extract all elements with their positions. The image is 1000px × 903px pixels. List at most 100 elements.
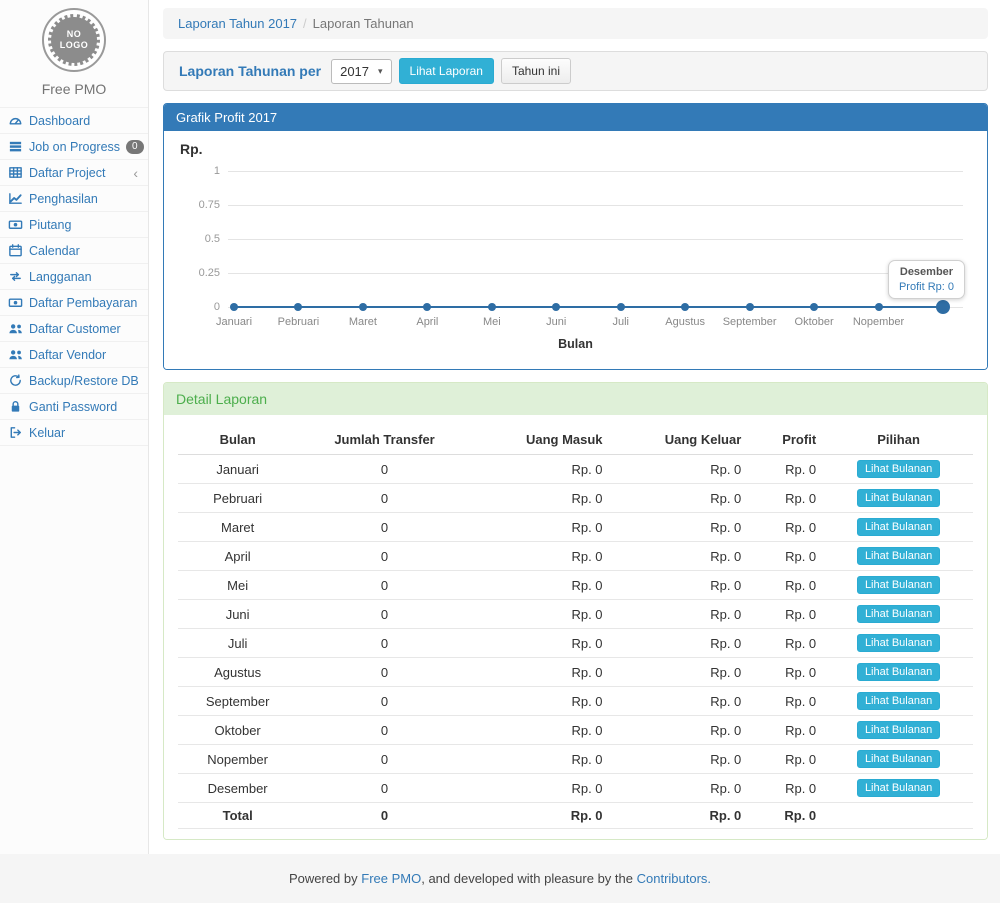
sidebar-item-backup-restore-db[interactable]: Backup/Restore DB: [0, 368, 148, 394]
lihat-bulanan-button[interactable]: Lihat Bulanan: [857, 663, 940, 681]
sign-out-icon: [8, 425, 23, 440]
lihat-bulanan-button[interactable]: Lihat Bulanan: [857, 692, 940, 710]
table-row: Januari0Rp. 0Rp. 0Rp. 0Lihat Bulanan: [178, 455, 973, 484]
cell-uang_masuk: Rp. 0: [472, 542, 611, 571]
data-point-pebruari[interactable]: [294, 303, 302, 311]
cell-profit: Rp. 0: [749, 513, 824, 542]
breadcrumb-link-laporan-tahun[interactable]: Laporan Tahun 2017: [178, 16, 297, 31]
year-select[interactable]: 2017 ▾: [331, 59, 391, 84]
cell-pilihan: Lihat Bulanan: [824, 484, 973, 513]
cell-pilihan: Lihat Bulanan: [824, 455, 973, 484]
y-tick-label: 1: [178, 165, 220, 177]
data-point-nopember[interactable]: [875, 303, 883, 311]
data-point-mei[interactable]: [488, 303, 496, 311]
lihat-bulanan-button[interactable]: Lihat Bulanan: [857, 779, 940, 797]
data-point-april[interactable]: [423, 303, 431, 311]
sidebar-item-daftar-pembayaran[interactable]: Daftar Pembayaran: [0, 290, 148, 316]
lihat-bulanan-button[interactable]: Lihat Bulanan: [857, 750, 940, 768]
cell-uang_keluar: Rp. 0: [611, 484, 750, 513]
lihat-bulanan-button[interactable]: Lihat Bulanan: [857, 576, 940, 594]
cell-uang_masuk: Rp. 0: [472, 629, 611, 658]
chevron-left-icon: ‹: [133, 166, 140, 180]
cell-profit: Rp. 0: [749, 716, 824, 745]
sidebar-item-daftar-customer[interactable]: Daftar Customer: [0, 316, 148, 342]
data-point-september[interactable]: [746, 303, 754, 311]
cell-profit: Rp. 0: [749, 629, 824, 658]
data-point-maret[interactable]: [359, 303, 367, 311]
sidebar-item-dashboard[interactable]: Dashboard: [0, 108, 148, 134]
cell-pilihan: Lihat Bulanan: [824, 774, 973, 803]
data-point-juni[interactable]: [552, 303, 560, 311]
money-icon: [8, 295, 23, 310]
cell-pilihan: Lihat Bulanan: [824, 716, 973, 745]
cell-bulan: Mei: [178, 571, 297, 600]
sidebar-item-label: Penghasilan: [29, 192, 140, 206]
sidebar-item-penghasilan[interactable]: Penghasilan: [0, 186, 148, 212]
column-header-uang-keluar: Uang Keluar: [611, 425, 750, 455]
footer-app-link[interactable]: Free PMO: [361, 871, 421, 886]
sidebar-item-daftar-vendor[interactable]: Daftar Vendor: [0, 342, 148, 368]
cell-uang_masuk: Rp. 0: [472, 513, 611, 542]
app-logo: NO LOGO: [42, 8, 106, 72]
tooltip-value: Profit Rp: 0: [899, 281, 954, 293]
cell-bulan: Pebruari: [178, 484, 297, 513]
table-row: Desember0Rp. 0Rp. 0Rp. 0Lihat Bulanan: [178, 774, 973, 803]
sidebar-item-piutang[interactable]: Piutang: [0, 212, 148, 238]
x-tick-label: Nopember: [853, 316, 904, 328]
lihat-bulanan-button[interactable]: Lihat Bulanan: [857, 605, 940, 623]
data-point-juli[interactable]: [617, 303, 625, 311]
profit-line-chart: Rp. Bulan Desember Profit Rp: 0 10.750.5…: [178, 141, 973, 359]
sidebar-menu: DashboardJob on Progress0Daftar Project‹…: [0, 107, 148, 446]
cell-jumlah_transfer: 0: [297, 600, 472, 629]
sidebar-item-ganti-password[interactable]: Ganti Password: [0, 394, 148, 420]
y-tick-label: 0.25: [178, 267, 220, 279]
sidebar-item-label: Ganti Password: [29, 400, 140, 414]
cell-jumlah_transfer: 0: [297, 542, 472, 571]
cell-uang_keluar: Rp. 0: [611, 571, 750, 600]
cell-bulan: September: [178, 687, 297, 716]
sidebar-item-langganan[interactable]: Langganan: [0, 264, 148, 290]
sidebar-item-keluar[interactable]: Keluar: [0, 420, 148, 446]
cell-pilihan: Lihat Bulanan: [824, 542, 973, 571]
cell-pilihan: Lihat Bulanan: [824, 658, 973, 687]
lihat-bulanan-button[interactable]: Lihat Bulanan: [857, 721, 940, 739]
data-point-desember[interactable]: [936, 300, 950, 314]
breadcrumb: Laporan Tahun 2017/Laporan Tahunan: [163, 8, 988, 39]
cell-uang_masuk: Rp. 0: [472, 455, 611, 484]
lihat-bulanan-button[interactable]: Lihat Bulanan: [857, 460, 940, 478]
lihat-bulanan-button[interactable]: Lihat Bulanan: [857, 547, 940, 565]
footer-contributors-link[interactable]: Contributors.: [637, 871, 711, 886]
cell-profit: Rp. 0: [749, 774, 824, 803]
cell-bulan: Juni: [178, 600, 297, 629]
sidebar-item-calendar[interactable]: Calendar: [0, 238, 148, 264]
x-tick-label: Juni: [546, 316, 566, 328]
data-point-oktober[interactable]: [810, 303, 818, 311]
sidebar-item-label: Piutang: [29, 218, 140, 232]
cell-uang_masuk: Rp. 0: [472, 774, 611, 803]
cell-uang_keluar: Rp. 0: [611, 745, 750, 774]
lihat-laporan-button[interactable]: Lihat Laporan: [399, 58, 494, 84]
data-point-januari[interactable]: [230, 303, 238, 311]
tooltip-title: Desember: [899, 266, 954, 278]
cell-pilihan: Lihat Bulanan: [824, 513, 973, 542]
sidebar-item-label: Langganan: [29, 270, 140, 284]
cell-jumlah_transfer: 0: [297, 774, 472, 803]
sidebar-item-label: Backup/Restore DB: [29, 374, 140, 388]
tasks-icon: [8, 139, 23, 154]
lihat-bulanan-button[interactable]: Lihat Bulanan: [857, 518, 940, 536]
tahun-ini-button[interactable]: Tahun ini: [501, 58, 571, 84]
cell-profit: Rp. 0: [749, 542, 824, 571]
lihat-bulanan-button[interactable]: Lihat Bulanan: [857, 489, 940, 507]
cell-jumlah_transfer: 0: [297, 716, 472, 745]
sidebar-item-job-on-progress[interactable]: Job on Progress0: [0, 134, 148, 160]
data-point-agustus[interactable]: [681, 303, 689, 311]
sidebar-item-daftar-project[interactable]: Daftar Project‹: [0, 160, 148, 186]
lihat-bulanan-button[interactable]: Lihat Bulanan: [857, 634, 940, 652]
x-tick-label: Agustus: [665, 316, 705, 328]
gridline: [228, 205, 963, 206]
cell-uang_keluar: Rp. 0: [611, 629, 750, 658]
cell-uang_keluar: Rp. 0: [611, 542, 750, 571]
cell-uang_masuk: Rp. 0: [472, 745, 611, 774]
cell-uang_masuk: Rp. 0: [472, 687, 611, 716]
dashboard-icon: [8, 113, 23, 128]
